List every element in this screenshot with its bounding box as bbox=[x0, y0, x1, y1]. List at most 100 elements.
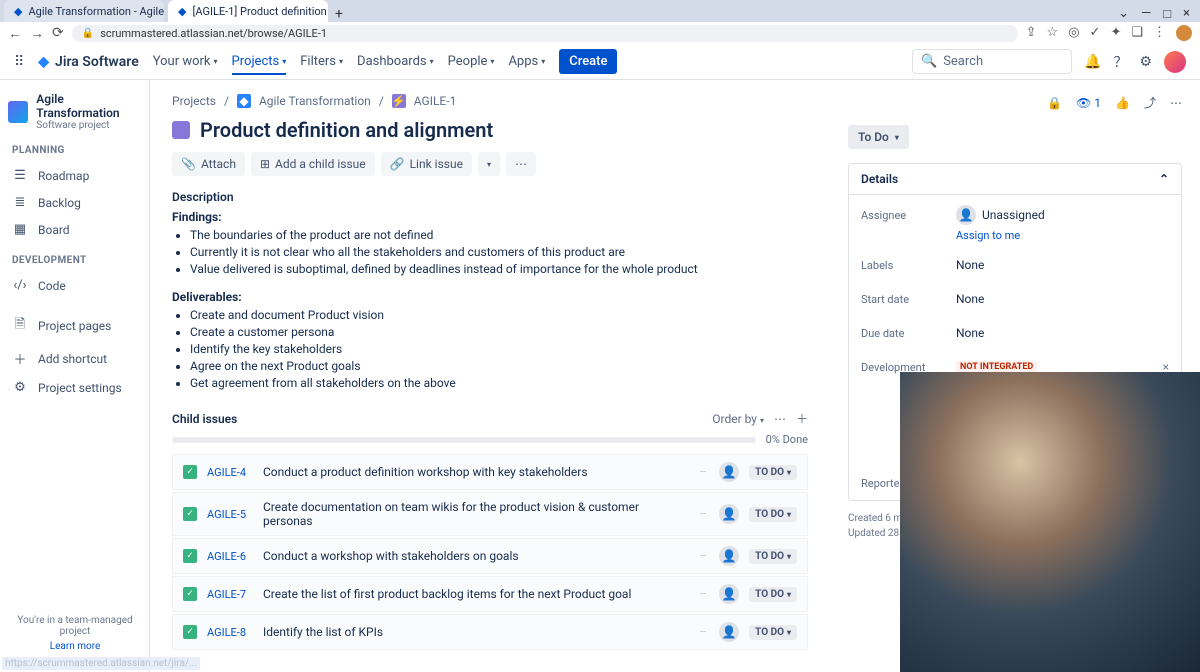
priority-icon[interactable]: – bbox=[697, 508, 709, 520]
priority-icon[interactable]: – bbox=[697, 588, 709, 600]
maximize-icon[interactable]: □ bbox=[1163, 6, 1171, 22]
sidebar-item-pages[interactable]: 🗎Project pages bbox=[8, 309, 141, 343]
status-pill[interactable]: TO DO ▾ bbox=[749, 549, 797, 564]
child-issue-row[interactable]: ✓AGILE-8Identify the list of KPIs–👤TO DO… bbox=[172, 614, 808, 650]
assignee-icon[interactable]: 👤 bbox=[719, 504, 739, 524]
assign-to-me-link[interactable]: Assign to me bbox=[956, 229, 1181, 242]
detail-start-date[interactable]: Start date None bbox=[849, 282, 1181, 316]
assignee-icon[interactable]: 👤 bbox=[719, 462, 739, 482]
add-child-icon[interactable]: ＋ bbox=[796, 410, 808, 427]
help-icon[interactable]: ？ bbox=[1113, 52, 1127, 72]
child-issue-row[interactable]: ✓ AGILE-7 Create the list of first product… bbox=[172, 576, 808, 612]
more-actions-button[interactable]: ⋯ bbox=[506, 152, 536, 176]
watch-button[interactable]: 👁1 bbox=[1076, 96, 1101, 110]
sidebar-item-roadmap[interactable]: ☰Roadmap bbox=[8, 162, 141, 189]
menu-icon[interactable]: ⋮ bbox=[1153, 25, 1166, 41]
child-summary[interactable]: Conduct a product definition workshop wi… bbox=[263, 465, 687, 479]
details-header[interactable]: Details ⌃ bbox=[849, 164, 1181, 195]
back-icon[interactable]: ← bbox=[8, 25, 22, 42]
nav-filters[interactable]: Filters▾ bbox=[300, 54, 343, 69]
chevron-down-icon[interactable]: ⌄ bbox=[1118, 6, 1129, 22]
nav-dashboards[interactable]: Dashboards▾ bbox=[357, 54, 434, 69]
child-key[interactable]: AGILE-6 bbox=[207, 550, 253, 563]
child-issue-row[interactable]: ✓AGILE-5Create documentation on team wik… bbox=[172, 492, 808, 536]
more-icon[interactable]: ⋯ bbox=[1170, 96, 1182, 110]
sidebar-item-shortcut[interactable]: ＋Add shortcut bbox=[8, 343, 141, 374]
sidebar-item-code[interactable]: ‹/›Code bbox=[8, 272, 141, 299]
user-avatar[interactable] bbox=[1164, 51, 1186, 73]
new-tab-button[interactable]: + bbox=[328, 6, 350, 22]
child-key[interactable]: AGILE-7 bbox=[207, 588, 253, 601]
reload-icon[interactable]: ⟳ bbox=[52, 25, 64, 41]
status-pill[interactable]: TO DO ▾ bbox=[749, 625, 797, 640]
nav-your-work[interactable]: Your work▾ bbox=[153, 54, 218, 69]
check-icon[interactable]: ✓ bbox=[1090, 25, 1101, 41]
detail-labels[interactable]: Labels None bbox=[849, 248, 1181, 282]
assignee-icon[interactable]: 👤 bbox=[719, 584, 739, 604]
search-input[interactable]: 🔍 Search bbox=[912, 49, 1072, 74]
breadcrumb-project[interactable]: Agile Transformation bbox=[259, 94, 371, 108]
child-summary[interactable]: Create the list of first product backlog… bbox=[263, 587, 687, 601]
jira-logo[interactable]: ◆ Jira Software bbox=[38, 54, 138, 70]
project-header[interactable]: Agile Transformation Software project bbox=[8, 92, 141, 131]
profile-avatar-icon[interactable] bbox=[1176, 25, 1192, 41]
settings-icon[interactable]: ⚙ bbox=[1139, 54, 1152, 70]
tab-active[interactable]: ◆ [AGILE-1] Product definition and × bbox=[168, 0, 328, 22]
story-icon: ✓ bbox=[183, 587, 197, 601]
nav-apps[interactable]: Apps▾ bbox=[508, 54, 545, 69]
breadcrumb-projects[interactable]: Projects bbox=[172, 94, 216, 108]
priority-icon[interactable]: – bbox=[697, 550, 709, 562]
status-pill[interactable]: TO DO ▾ bbox=[749, 587, 797, 602]
url-bar[interactable]: 🔒 scrummastered.atlassian.net/browse/AGI… bbox=[72, 25, 1018, 42]
share-icon[interactable]: ⇪ bbox=[1026, 25, 1037, 41]
learn-more-link[interactable]: Learn more bbox=[10, 641, 140, 652]
priority-icon[interactable]: – bbox=[697, 466, 709, 478]
deliverables-list[interactable]: Create and document Product vision Creat… bbox=[190, 308, 808, 390]
app-switcher-icon[interactable]: ⠿ bbox=[14, 54, 24, 70]
close-window-icon[interactable]: × bbox=[1183, 6, 1190, 22]
like-icon[interactable]: 👍 bbox=[1115, 96, 1130, 110]
minimize-icon[interactable]: — bbox=[1141, 6, 1151, 22]
issue-title[interactable]: Product definition and alignment bbox=[200, 118, 493, 142]
star-icon[interactable]: ☆ bbox=[1047, 25, 1059, 41]
status-pill[interactable]: TO DO ▾ bbox=[749, 465, 797, 480]
sidebar-item-board[interactable]: ▦Board bbox=[8, 216, 141, 243]
breadcrumb-issue[interactable]: AGILE-1 bbox=[414, 94, 457, 108]
more-icon[interactable]: ⋯ bbox=[774, 412, 786, 426]
create-button[interactable]: Create bbox=[559, 49, 617, 74]
sidebar-item-backlog[interactable]: ≣Backlog bbox=[8, 189, 141, 216]
assignee-icon[interactable]: 👤 bbox=[719, 546, 739, 566]
epic-color-icon[interactable] bbox=[172, 121, 190, 139]
child-summary[interactable]: Identify the list of KPIs bbox=[263, 625, 687, 639]
extension-icon[interactable]: ✦ bbox=[1110, 25, 1121, 41]
notifications-icon[interactable]: 🔔 bbox=[1084, 54, 1101, 70]
findings-list[interactable]: The boundaries of the product are not de… bbox=[190, 228, 808, 276]
lock-icon[interactable]: 🔒 bbox=[1047, 96, 1062, 110]
child-key[interactable]: AGILE-5 bbox=[207, 508, 253, 521]
status-pill[interactable]: TO DO ▾ bbox=[749, 507, 797, 522]
child-summary[interactable]: Conduct a workshop with stakeholders on … bbox=[263, 549, 687, 563]
assignee-icon[interactable]: 👤 bbox=[719, 622, 739, 642]
attach-button[interactable]: 📎Attach bbox=[172, 152, 245, 176]
sidebar-item-settings[interactable]: ⚙Project settings bbox=[8, 374, 141, 401]
breadcrumb: Projects / ◆ Agile Transformation / ⚡ AG… bbox=[172, 94, 808, 108]
link-dropdown[interactable]: ▾ bbox=[478, 152, 500, 176]
status-dropdown[interactable]: To Do▾ bbox=[848, 125, 909, 149]
share-icon[interactable]: ⤴ bbox=[1144, 94, 1156, 111]
child-issue-row[interactable]: ✓AGILE-6Conduct a workshop with stakehol… bbox=[172, 538, 808, 574]
child-key[interactable]: AGILE-4 bbox=[207, 466, 253, 479]
priority-icon[interactable]: – bbox=[697, 626, 709, 638]
detail-due-date[interactable]: Due date None bbox=[849, 316, 1181, 350]
puzzle-icon[interactable]: ❏ bbox=[1131, 25, 1143, 41]
nav-people[interactable]: People▾ bbox=[448, 54, 495, 69]
nav-projects[interactable]: Projects▾ bbox=[232, 54, 287, 75]
forward-icon[interactable]: → bbox=[30, 25, 44, 42]
link-issue-button[interactable]: 🔗Link issue bbox=[381, 152, 472, 176]
order-by-dropdown[interactable]: Order by ▾ bbox=[712, 412, 764, 426]
child-key[interactable]: AGILE-8 bbox=[207, 626, 253, 639]
add-child-button[interactable]: ⊞Add a child issue bbox=[251, 152, 375, 176]
eye-icon[interactable]: ◎ bbox=[1068, 25, 1079, 41]
child-issue-row[interactable]: ✓AGILE-4Conduct a product definition wor… bbox=[172, 454, 808, 490]
child-summary[interactable]: Create documentation on team wikis for t… bbox=[263, 500, 687, 528]
tab-inactive[interactable]: ◆ Agile Transformation - Agile boa × bbox=[4, 0, 164, 22]
